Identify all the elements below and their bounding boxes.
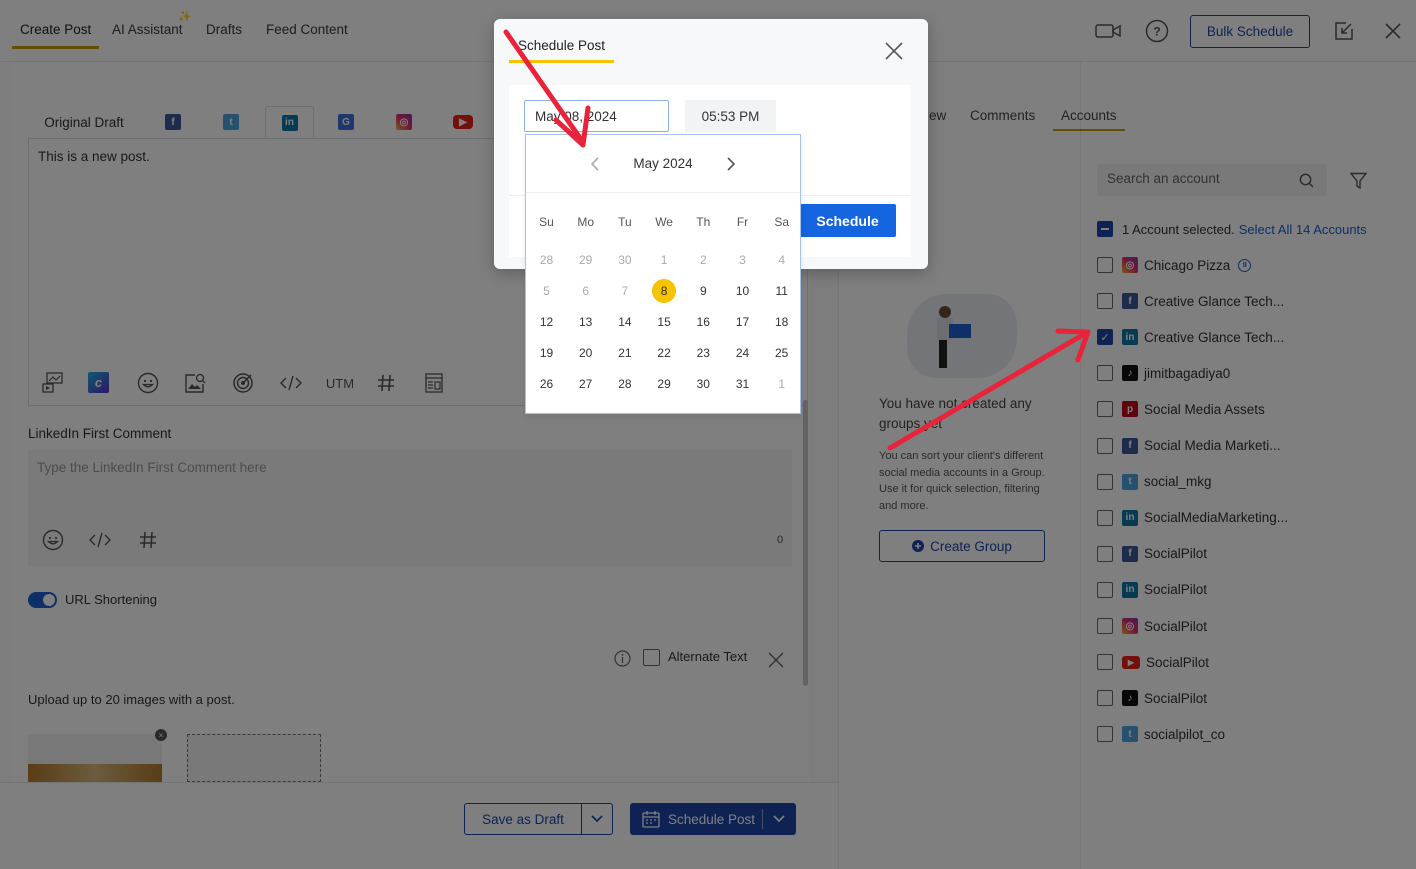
next-month-button[interactable] (720, 153, 742, 175)
calendar-day[interactable]: 18 (770, 310, 794, 334)
calendar-day[interactable]: 9 (691, 279, 715, 303)
calendar-day[interactable]: 14 (613, 310, 637, 334)
calendar-day[interactable]: 24 (731, 341, 755, 365)
calendar-month-label: May 2024 (633, 156, 693, 171)
calendar-day[interactable]: 28 (613, 372, 637, 396)
schedule-button[interactable]: Schedule (799, 204, 896, 237)
close-modal-icon[interactable] (884, 41, 906, 63)
calendar-day[interactable]: 6 (574, 279, 598, 303)
calendar-day-selected[interactable]: 8 (652, 279, 677, 303)
calendar-day[interactable]: 22 (652, 341, 676, 365)
weekday-label: Th (696, 215, 711, 229)
calendar-day[interactable]: 30 (613, 248, 637, 272)
weekday-label: Sa (774, 215, 790, 229)
calendar-day[interactable]: 25 (770, 341, 794, 365)
chevron-right-icon (727, 157, 736, 171)
calendar-day[interactable]: 1 (652, 248, 676, 272)
weekday-label: We (655, 215, 673, 229)
calendar-day[interactable]: 29 (574, 248, 598, 272)
calendar-day[interactable]: 13 (574, 310, 598, 334)
calendar-day[interactable]: 4 (770, 248, 794, 272)
calendar-day[interactable]: 29 (652, 372, 676, 396)
calendar-day[interactable]: 1 (770, 372, 794, 396)
calendar-day[interactable]: 7 (613, 279, 637, 303)
calendar-day[interactable]: 27 (574, 372, 598, 396)
calendar-day[interactable]: 15 (652, 310, 676, 334)
calendar-day[interactable]: 21 (613, 341, 637, 365)
calendar-day[interactable]: 12 (535, 310, 559, 334)
modal-title: Schedule Post (508, 38, 615, 63)
app: Create Post AI Assistant ✨ Drafts Feed C… (0, 0, 1416, 869)
date-input[interactable] (524, 100, 669, 132)
calendar-day[interactable]: 28 (535, 248, 559, 272)
calendar-day[interactable]: 30 (691, 372, 715, 396)
calendar-day[interactable]: 10 (731, 279, 755, 303)
calendar-header: May 2024 (526, 135, 800, 193)
calendar-day[interactable]: 3 (731, 248, 755, 272)
weekday-label: Su (539, 215, 554, 229)
calendar-day[interactable]: 11 (770, 279, 794, 303)
time-input[interactable]: 05:53 PM (685, 100, 776, 132)
calendar-day[interactable]: 31 (731, 372, 755, 396)
calendar-day[interactable]: 20 (574, 341, 598, 365)
calendar-day[interactable]: 5 (535, 279, 559, 303)
weekday-label: Tu (618, 215, 632, 229)
calendar-day[interactable]: 26 (535, 372, 559, 396)
date-picker: May 2024 Su Mo Tu We Th Fr Sa 28 29 30 1 2 3 4 5 6 7 8 9 10… (525, 134, 801, 414)
weekday-label: Mo (577, 215, 595, 229)
calendar-day[interactable]: 2 (691, 248, 715, 272)
weekday-label: Fr (736, 215, 749, 229)
calendar-day[interactable]: 19 (535, 341, 559, 365)
calendar-day[interactable]: 23 (691, 341, 715, 365)
calendar-day[interactable]: 16 (691, 310, 715, 334)
calendar-day[interactable]: 17 (731, 310, 755, 334)
